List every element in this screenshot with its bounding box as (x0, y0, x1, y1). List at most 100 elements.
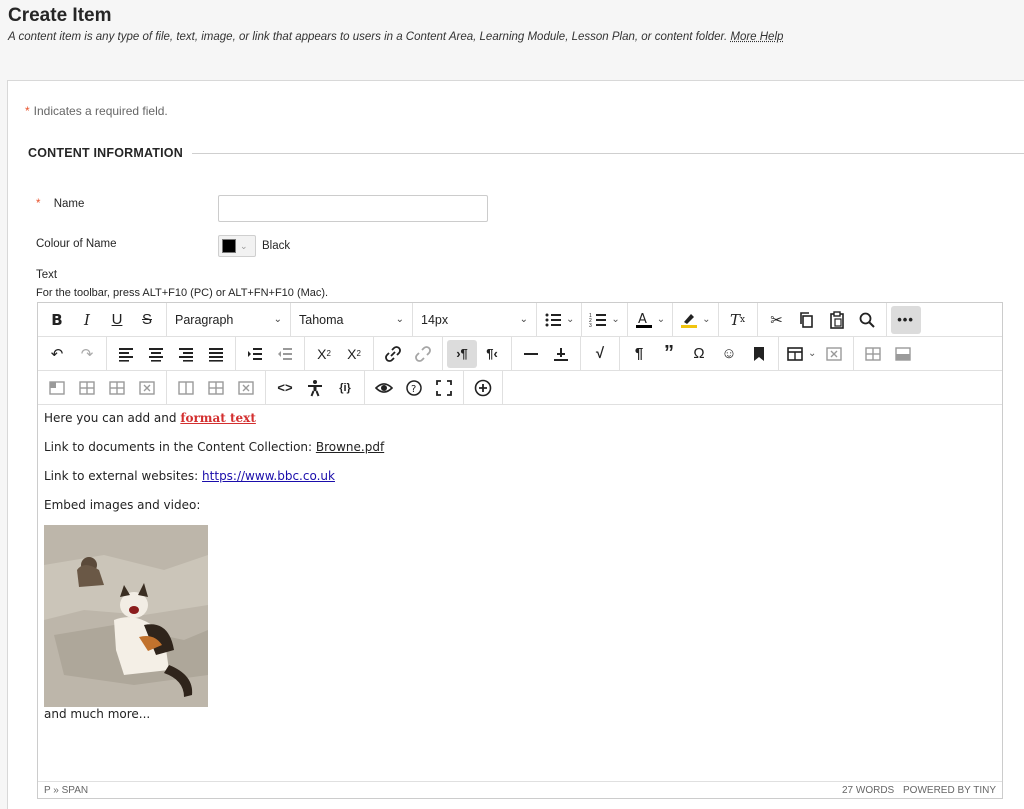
quote-icon[interactable]: ” (654, 340, 684, 368)
cut-icon[interactable]: ✂ (762, 306, 792, 334)
font-family-select[interactable]: Tahoma ⌄ (291, 303, 413, 336)
rtl-icon[interactable]: ¶‹ (477, 340, 507, 368)
indent-icon[interactable] (240, 340, 270, 368)
chevron-down-icon: ⌄ (702, 314, 711, 325)
view-group: ? (365, 371, 464, 404)
copy-icon[interactable] (792, 306, 822, 334)
bullet-list-icon (545, 313, 561, 326)
table-cell-group (38, 371, 167, 404)
insert-group (512, 337, 581, 370)
svg-text:?: ? (411, 384, 416, 395)
ltr-icon[interactable]: ›¶ (447, 339, 477, 368)
help-icon[interactable]: ? (399, 374, 429, 402)
subscript-icon[interactable]: X2 (339, 340, 369, 368)
colour-swatch (222, 239, 236, 253)
unlink-icon[interactable] (408, 340, 438, 368)
split-cell-icon[interactable] (171, 374, 201, 402)
delete-table-icon[interactable] (819, 340, 849, 368)
format-text-bold: format text (180, 411, 256, 425)
link-icon[interactable] (378, 340, 408, 368)
format-group: B I U S (38, 303, 167, 336)
bookmark-icon[interactable] (744, 340, 774, 368)
paragraph-mark-icon[interactable]: ¶ (624, 340, 654, 368)
rich-text-editor[interactable]: B I U S Paragraph ⌄ Tahoma ⌄ 14px ⌄ ⌄ 1 … (37, 302, 1003, 799)
numbered-list-button[interactable]: 123 ⌄ (586, 306, 622, 334)
colour-picker[interactable]: ⌄ (218, 235, 256, 257)
accessibility-icon[interactable] (300, 374, 330, 402)
numlist-group: 123 ⌄ (582, 303, 628, 336)
more-group: ••• (887, 303, 925, 336)
document-link[interactable]: Browne.pdf (316, 440, 384, 454)
block-format-select[interactable]: Paragraph ⌄ (167, 303, 291, 336)
justify-icon[interactable] (201, 340, 231, 368)
section-title: CONTENT INFORMATION (28, 146, 183, 160)
mashup-icon[interactable]: {i} (330, 374, 360, 402)
insert-col-after-icon[interactable] (72, 374, 102, 402)
highlight-button[interactable]: ⌄ (677, 306, 713, 334)
clear-format-icon[interactable]: Tx (723, 306, 753, 334)
content-panel: * Indicates a required field. CONTENT INF… (7, 80, 1024, 809)
delete-row-icon[interactable] (132, 374, 162, 402)
name-label: * Name (36, 198, 84, 210)
code-icon[interactable]: <> (270, 374, 300, 402)
more-icon[interactable]: ••• (890, 305, 921, 334)
text-label: Text (36, 269, 58, 281)
chevron-down-icon: ⌄ (395, 314, 404, 325)
row-after-icon[interactable] (888, 340, 918, 368)
horizontal-line-icon[interactable] (516, 340, 546, 368)
table-icon (787, 346, 803, 361)
section-divider (192, 153, 1024, 154)
add-content-icon[interactable] (468, 374, 498, 402)
preview-icon[interactable] (369, 374, 399, 402)
cell-props-icon[interactable] (231, 374, 261, 402)
cat-image[interactable] (44, 525, 208, 707)
redo-icon[interactable]: ↷ (72, 340, 102, 368)
row-before-icon[interactable] (858, 340, 888, 368)
add-group (464, 371, 503, 404)
required-note: * Indicates a required field. (25, 104, 168, 118)
emoji-icon[interactable]: ☺ (714, 340, 744, 368)
strikethrough-icon[interactable]: S (132, 306, 162, 334)
chevron-down-icon: ⌄ (808, 348, 817, 359)
more-help-link[interactable]: More Help (730, 31, 783, 43)
powered-by-link[interactable]: POWERED BY TINY (903, 785, 996, 796)
block-format-value: Paragraph (175, 312, 234, 327)
omega-icon[interactable]: Ω (684, 340, 714, 368)
highlight-group: ⌄ (673, 303, 719, 336)
find-icon[interactable] (852, 306, 882, 334)
link-group (374, 337, 443, 370)
insert-col-before-icon[interactable] (42, 374, 72, 402)
font-size-select[interactable]: 14px ⌄ (413, 303, 537, 336)
text-color-button[interactable]: A ⌄ (632, 306, 668, 334)
script-group: X2 X2 (305, 337, 374, 370)
delete-col-icon[interactable] (102, 374, 132, 402)
chevron-down-icon: ⌄ (566, 314, 575, 325)
text-color-group: A ⌄ (628, 303, 674, 336)
italic-icon[interactable]: I (72, 306, 102, 334)
cat-photo-illustration (44, 525, 208, 707)
paste-icon[interactable] (822, 306, 852, 334)
editor-content[interactable]: Here you can add and format text Link to… (38, 405, 1002, 742)
name-input[interactable] (218, 195, 488, 222)
math-icon[interactable]: √ (585, 340, 615, 368)
align-left-icon[interactable] (111, 340, 141, 368)
superscript-icon[interactable]: X2 (309, 340, 339, 368)
fullscreen-icon[interactable] (429, 374, 459, 402)
element-path[interactable]: P » SPAN (44, 785, 88, 796)
external-link[interactable]: https://www.bbc.co.uk (202, 469, 335, 483)
outdent-icon[interactable] (270, 340, 300, 368)
content-line-4: Embed images and video: (44, 498, 201, 512)
underline-icon[interactable]: U (102, 306, 132, 334)
align-right-icon[interactable] (171, 340, 201, 368)
bullet-list-button[interactable]: ⌄ (541, 306, 577, 334)
merge-cell-icon[interactable] (201, 374, 231, 402)
bold-icon[interactable]: B (42, 306, 72, 334)
undo-icon[interactable]: ↶ (42, 340, 72, 368)
svg-text:3: 3 (589, 323, 592, 329)
table-button[interactable]: ⌄ (783, 340, 819, 368)
anchor-icon[interactable] (546, 340, 576, 368)
line2-text: Link to documents in the Content Collect… (44, 440, 316, 454)
direction-group: ›¶ ¶‹ (443, 337, 512, 370)
align-center-icon[interactable] (141, 340, 171, 368)
list-group: ⌄ (537, 303, 583, 336)
